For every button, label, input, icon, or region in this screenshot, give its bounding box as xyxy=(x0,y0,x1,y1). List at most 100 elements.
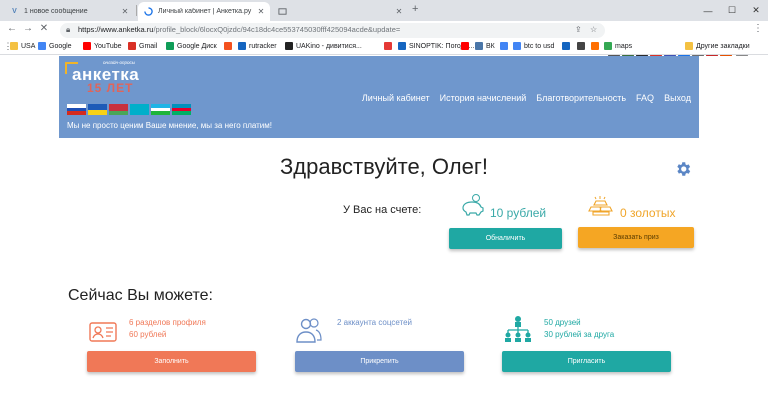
invite-friends-button[interactable]: Пригласить xyxy=(502,351,671,372)
url-path: /profile_block/6locxQ0jzdc/94c18dc4ce553… xyxy=(153,25,401,34)
loading-icon xyxy=(144,7,153,16)
bookmark-item[interactable]: Другие закладки xyxy=(685,42,750,50)
close-icon[interactable]: ✕ xyxy=(394,7,404,16)
social-accounts-count: 2 аккаунта соцсетей xyxy=(337,318,413,327)
flag-ukraine[interactable] xyxy=(88,104,107,115)
nav-cabinet[interactable]: Личный кабинет xyxy=(362,93,430,103)
forward-icon[interactable]: → xyxy=(22,23,34,34)
bookmark-google-icon xyxy=(500,42,508,50)
minimize-icon[interactable]: — xyxy=(696,0,720,21)
v-icon: V xyxy=(12,8,17,15)
profile-sections: 6 разделов профиля xyxy=(129,318,206,327)
back-icon[interactable]: ← xyxy=(6,23,18,34)
flag-belarus[interactable] xyxy=(109,104,128,116)
flag-azerbaijan[interactable] xyxy=(172,104,191,116)
profile-card-icon xyxy=(89,322,117,342)
gmail-icon xyxy=(128,42,136,50)
bookmark-item[interactable]: Google xyxy=(38,42,72,50)
bookmark-f-icon xyxy=(224,42,232,50)
maximize-icon[interactable]: ☐ xyxy=(720,0,744,21)
url-text: https://www.anketka.ru/profile_block/6lo… xyxy=(78,25,400,34)
browser-toolbar: ← → ✕ 🔒︎ https://www.anketka.ru/profile_… xyxy=(0,21,768,57)
folder-icon xyxy=(685,42,693,50)
bookmark-label: btc to usd xyxy=(524,42,555,50)
attach-social-button[interactable]: Прикрепить xyxy=(295,351,464,372)
gold-bars-icon xyxy=(588,196,613,216)
bookmark-item[interactable]: USA xyxy=(10,42,35,50)
invite-friends-icon xyxy=(505,316,531,342)
friends-info: 50 друзей 30 рублей за друга xyxy=(544,317,614,341)
drive-icon xyxy=(166,42,174,50)
bookmark-item[interactable]: YouTube xyxy=(83,42,122,50)
tab-blank[interactable]: ✕ xyxy=(272,2,408,21)
balance-label: У Вас на счете: xyxy=(343,204,422,216)
new-tab-icon[interactable]: + xyxy=(412,3,418,15)
bookmark-label: Gmail xyxy=(139,42,158,50)
tab-title: 1 новое сообщение xyxy=(24,8,88,15)
stop-icon[interactable]: ✕ xyxy=(38,23,50,34)
bookmark-item[interactable]: UAKino - дивитися... xyxy=(285,42,362,50)
bookmark-item[interactable] xyxy=(591,42,602,50)
nav-charity[interactable]: Благотворительность xyxy=(536,93,626,103)
close-icon[interactable]: ✕ xyxy=(256,7,266,16)
close-window-icon[interactable]: ✕ xyxy=(744,0,768,21)
menu-icon[interactable]: ⋮ xyxy=(752,23,764,34)
bookmark-label: maps xyxy=(615,42,633,50)
gear-icon[interactable] xyxy=(674,160,692,178)
tab-messages[interactable]: V 1 новое сообщение ✕ xyxy=(4,2,134,21)
bookmark-label: ВК xyxy=(486,42,495,50)
star-icon[interactable]: ☆ xyxy=(590,25,597,34)
fill-profile-button[interactable]: Заполнить xyxy=(87,351,256,372)
bookmark-item[interactable] xyxy=(500,42,511,50)
bookmark-item[interactable] xyxy=(562,42,573,50)
social-accounts-icon xyxy=(296,318,322,343)
bookmark-item[interactable]: btc to usd xyxy=(513,42,554,50)
order-prize-button[interactable]: Заказать приз xyxy=(578,227,694,248)
nav-faq[interactable]: FAQ xyxy=(636,93,654,103)
youtube-icon xyxy=(83,42,91,50)
address-bar[interactable]: 🔒︎ https://www.anketka.ru/profile_block/… xyxy=(60,23,605,38)
bookmark-item[interactable] xyxy=(461,42,472,50)
profile-info: 6 разделов профиля 60 рублей xyxy=(129,317,206,341)
profile-reward: 60 рублей xyxy=(129,330,167,339)
bookmark-item[interactable]: rutracker xyxy=(238,42,277,50)
bookmark-item[interactable]: Google Диск xyxy=(166,42,217,50)
rutracker-icon xyxy=(238,42,246,50)
bookmark-item[interactable]: ВК xyxy=(475,42,495,50)
close-icon[interactable]: ✕ xyxy=(120,7,130,16)
bookmark-label: USA xyxy=(21,42,36,50)
bookmark-label: rutracker xyxy=(249,42,277,50)
page-icon xyxy=(278,7,287,16)
google-icon xyxy=(513,42,521,50)
bookmark-d-icon xyxy=(384,42,392,50)
lock-icon[interactable]: 🔒︎ xyxy=(66,25,70,35)
bookmark-item[interactable]: Gmail xyxy=(128,42,157,50)
share-icon[interactable]: ⇪ xyxy=(575,25,582,34)
flag-kazakhstan[interactable] xyxy=(130,104,149,115)
page-content: онлайн-опросы анкетка 15 ЛЕТ Мы не прост… xyxy=(0,56,768,409)
url-host: https://www.anketka.ru xyxy=(78,25,154,34)
bookmark-label: YouTube xyxy=(94,42,122,50)
bookmark-item[interactable] xyxy=(577,42,588,50)
greeting-heading: Здравствуйте, Олег! xyxy=(280,154,488,179)
bookmark-label: Google xyxy=(49,42,72,50)
tab-title: Личный кабинет | Анкетка.ру xyxy=(158,8,252,15)
social-info: 2 аккаунта соцсетей xyxy=(337,317,412,329)
uakino-icon xyxy=(285,42,293,50)
bookmark-p-icon xyxy=(562,42,570,50)
maps-icon xyxy=(604,42,612,50)
bookmark-item[interactable]: maps xyxy=(604,42,632,50)
flag-russia[interactable] xyxy=(67,104,86,116)
tab-strip: V 1 новое сообщение ✕ Личный кабинет | А… xyxy=(0,0,768,21)
bookmark-k-icon xyxy=(591,42,599,50)
nav-history[interactable]: История начислений xyxy=(440,93,527,103)
bookmark-item[interactable] xyxy=(224,42,235,50)
tab-anketka[interactable]: Личный кабинет | Анкетка.ру ✕ xyxy=(138,2,270,21)
logo-anniversary: 15 ЛЕТ xyxy=(87,81,134,95)
main-nav: Личный кабинет История начислений Благот… xyxy=(362,93,691,103)
bookmark-item[interactable] xyxy=(384,42,395,50)
flag-uzbekistan[interactable] xyxy=(151,104,170,116)
nav-logout[interactable]: Выход xyxy=(664,93,691,103)
cash-out-button[interactable]: Обналичить xyxy=(449,228,562,249)
gold-balance: 0 золотых xyxy=(620,206,676,220)
